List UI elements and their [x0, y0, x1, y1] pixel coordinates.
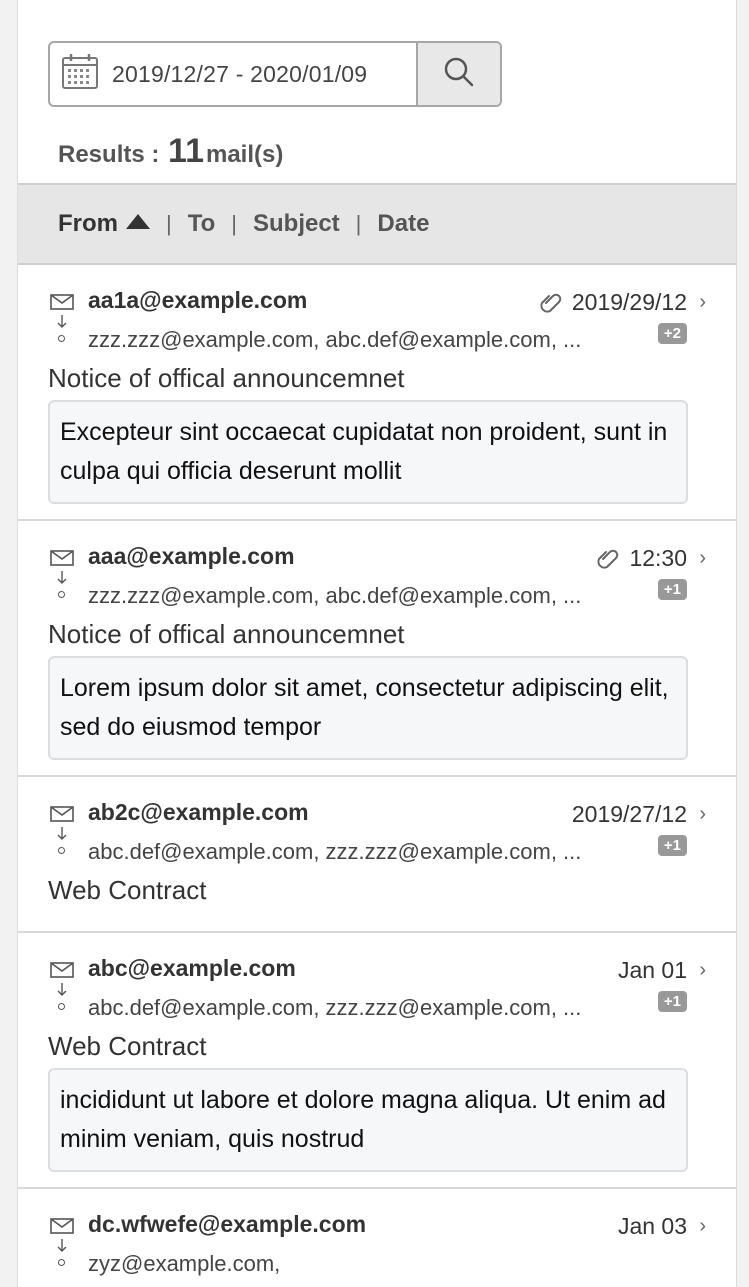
mail-date: Jan 03	[617, 1213, 687, 1239]
recipient-dot-icon	[58, 335, 65, 342]
sort-bar: From | To | Subject | Date	[18, 183, 736, 265]
sort-by-from[interactable]: From	[58, 210, 150, 238]
mail-meta: 2019/27/12	[572, 801, 687, 828]
extra-recipients-badge: +1	[657, 991, 687, 1012]
mail-search-panel: 2019/12/27 - 2020/01/09 Results : 11 mai…	[17, 0, 737, 1287]
mail-recipients: zzz.zzz@example.com, abc.def@example.com…	[88, 327, 582, 352]
recipient-dot-icon	[58, 1003, 65, 1010]
mail-meta: 12:30	[595, 545, 687, 572]
mail-date: Jan 01	[617, 957, 687, 983]
mail-date: 12:30	[629, 545, 687, 571]
date-range-field[interactable]: 2019/12/27 - 2020/01/09	[50, 43, 416, 105]
mail-sender: dc.wfwefe@example.com	[88, 1211, 367, 1237]
results-unit: mail(s)	[205, 141, 284, 168]
mail-item[interactable]: dc.wfwefe@example.com Jan 03 › zyz@examp…	[18, 1189, 736, 1287]
chevron-right-icon: ›	[699, 803, 706, 825]
envelope-icon	[50, 1218, 74, 1234]
mail-item[interactable]: ab2c@example.com 2019/27/12 › abc.def@ex…	[18, 777, 736, 933]
sort-ascending-icon	[126, 214, 150, 229]
chevron-right-icon: ›	[699, 959, 706, 981]
sort-separator: |	[355, 211, 362, 236]
calendar-icon	[60, 52, 100, 97]
mail-preview: incididunt ut labore et dolore magna ali…	[48, 1068, 688, 1172]
envelope-icon	[50, 806, 74, 822]
mail-recipients: abc.def@example.com, zzz.zzz@example.com…	[88, 839, 582, 864]
extra-recipients-badge: +1	[657, 579, 687, 600]
mail-subject: Web Contract	[48, 1031, 207, 1061]
search-button[interactable]	[416, 43, 500, 105]
arrow-down-icon	[57, 315, 67, 328]
sort-from-label: From	[58, 210, 118, 237]
sort-separator: |	[231, 211, 237, 236]
mail-meta: Jan 01	[618, 957, 687, 984]
mail-sender: aa1a@example.com	[88, 287, 308, 313]
mail-meta: Jan 03	[618, 1213, 687, 1240]
mail-item[interactable]: aa1a@example.com 2019/29/12 › zzz.zzz@ex…	[18, 265, 736, 521]
mail-preview: Lorem ipsum dolor sit amet, consectetur …	[48, 656, 688, 760]
mail-sender: aaa@example.com	[88, 543, 295, 569]
mail-meta: 2019/29/12	[538, 289, 687, 316]
mail-subject: Notice of offical announcemnet	[48, 619, 405, 649]
mail-list: aa1a@example.com 2019/29/12 › zzz.zzz@ex…	[18, 265, 736, 1287]
mail-sender: ab2c@example.com	[88, 799, 309, 825]
envelope-icon	[50, 294, 74, 310]
recipient-dot-icon	[58, 1259, 65, 1266]
recipient-dot-icon	[58, 847, 65, 854]
date-range-value: 2019/12/27 - 2020/01/09	[112, 60, 368, 87]
arrow-down-icon	[57, 1239, 67, 1252]
results-count: 11	[168, 132, 204, 170]
extra-recipients-badge: +2	[657, 323, 687, 344]
chevron-right-icon: ›	[699, 1215, 706, 1237]
chevron-right-icon: ›	[699, 547, 706, 569]
envelope-icon	[50, 962, 74, 978]
results-summary: Results : 11 mail(s)	[58, 132, 283, 182]
paperclip-icon	[597, 549, 619, 569]
search-icon	[441, 54, 477, 95]
results-label: Results :	[58, 141, 160, 168]
mail-date: 2019/29/12	[571, 289, 687, 315]
mail-item[interactable]: abc@example.com Jan 01 › abc.def@example…	[18, 933, 736, 1189]
mail-sender: abc@example.com	[88, 955, 296, 981]
mail-subject: Notice of offical announcemnet	[48, 363, 405, 393]
mail-recipients: zyz@example.com,	[88, 1251, 281, 1276]
chevron-right-icon: ›	[699, 291, 706, 313]
paperclip-icon	[540, 293, 562, 313]
mail-date: 2019/27/12	[571, 801, 687, 827]
date-range-search: 2019/12/27 - 2020/01/09	[48, 41, 502, 107]
arrow-down-icon	[57, 827, 67, 840]
sort-by-to[interactable]: To	[188, 210, 216, 238]
sort-by-date[interactable]: Date	[377, 210, 429, 238]
mail-preview: Excepteur sint occaecat cupidatat non pr…	[48, 400, 688, 504]
mail-recipients: zzz.zzz@example.com, abc.def@example.com…	[88, 583, 582, 608]
mail-subject: Web Contract	[48, 875, 207, 905]
mail-recipients: abc.def@example.com, zzz.zzz@example.com…	[88, 995, 582, 1020]
arrow-down-icon	[57, 571, 67, 584]
sort-by-subject[interactable]: Subject	[253, 210, 340, 238]
mail-item[interactable]: aaa@example.com 12:30 › zzz.zzz@example.…	[18, 521, 736, 777]
envelope-icon	[50, 550, 74, 566]
arrow-down-icon	[57, 983, 67, 996]
recipient-dot-icon	[58, 591, 65, 598]
extra-recipients-badge: +1	[657, 835, 687, 856]
sort-separator: |	[166, 211, 172, 236]
